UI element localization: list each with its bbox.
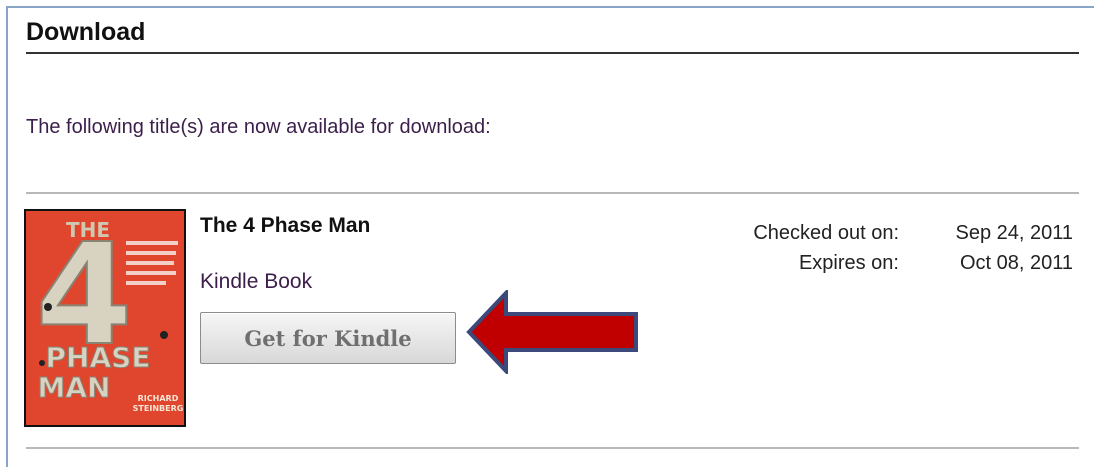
checked-out-row: Checked out on: Sep 24, 2011 [753, 218, 1073, 248]
book-format: Kindle Book [200, 270, 313, 293]
checkout-dates: Checked out on: Sep 24, 2011 Expires on:… [753, 218, 1073, 278]
checked-out-date: Sep 24, 2011 [955, 222, 1073, 244]
book-title[interactable]: The 4 Phase Man [200, 214, 370, 238]
intro-text: The following title(s) are now available… [26, 116, 491, 138]
expires-date: Oct 08, 2011 [959, 252, 1073, 274]
book-cover-image[interactable]: THE 4 PHASE MAN RICHARD STEINBERG [24, 209, 186, 427]
cover-title-phase: PHASE [46, 341, 151, 374]
title-divider [26, 52, 1079, 54]
left-arrow-icon [466, 290, 638, 374]
list-divider-bottom [26, 447, 1079, 449]
expires-row: Expires on: Oct 08, 2011 [753, 248, 1073, 278]
expires-label: Expires on: [798, 252, 899, 274]
get-for-kindle-button[interactable]: Get for Kindle [200, 312, 456, 364]
cover-title-man: MAN [38, 371, 111, 404]
page-title: Download [26, 18, 146, 46]
list-divider-top [26, 192, 1079, 194]
cover-author-last: STEINBERG [133, 404, 184, 413]
checked-out-label: Checked out on: [753, 222, 899, 244]
cover-author-first: RICHARD [138, 394, 179, 403]
